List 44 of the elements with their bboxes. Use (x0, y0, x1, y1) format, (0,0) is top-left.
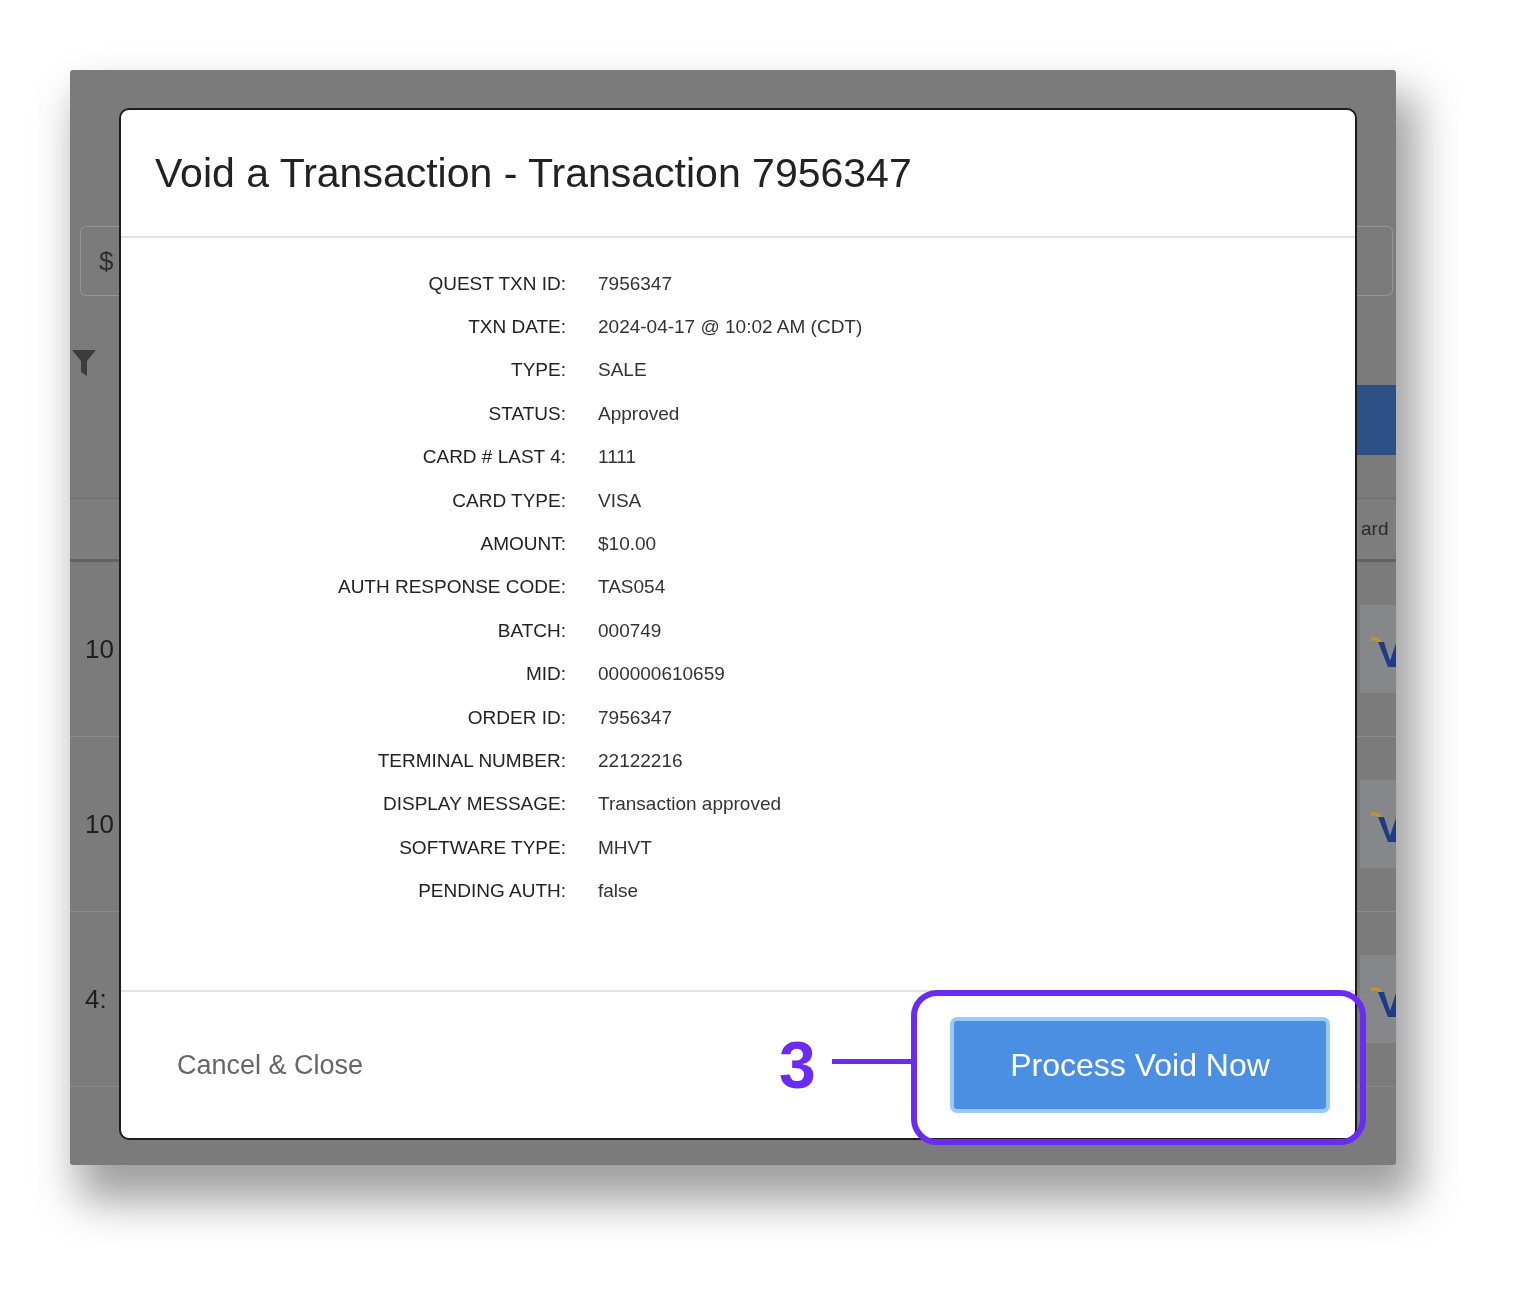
detail-value: Approved (598, 402, 680, 425)
detail-value: 22122216 (598, 750, 683, 772)
detail-label: CARD # LAST 4: (422, 446, 566, 469)
column-header: ard (1361, 518, 1389, 540)
detail-label: PENDING AUTH: (418, 880, 566, 903)
detail-value: 1111 (598, 446, 637, 469)
search-field[interactable] (1357, 226, 1393, 296)
process-void-button[interactable]: Process Void Now (950, 1017, 1330, 1113)
detail-label: CARD TYPE: (452, 489, 566, 512)
detail-label: SOFTWARE TYPE: (399, 836, 566, 859)
detail-value: VISA (598, 489, 642, 512)
filter-icon[interactable] (72, 350, 96, 376)
detail-label: BATCH: (497, 619, 566, 642)
detail-value: false (598, 880, 639, 903)
detail-label: TERMINAL NUMBER: (377, 750, 566, 772)
detail-value: $10.00 (598, 533, 657, 556)
table-cell: 10 (85, 633, 114, 665)
dialog-title: Void a Transaction - Transaction 7956347 (155, 149, 912, 197)
detail-value: 7956347 (598, 706, 672, 729)
detail-value: 000000610659 (598, 663, 725, 686)
card-logo-icon (1360, 605, 1396, 693)
step-number: 3 (779, 1032, 816, 1098)
table-cell: 4: (85, 983, 107, 1015)
action-button[interactable] (1357, 385, 1396, 455)
cancel-link[interactable]: Cancel & Close (177, 1049, 364, 1081)
card-logo-icon (1360, 780, 1396, 868)
detail-value: 2024-04-17 @ 10:02 AM (CDT) (598, 316, 863, 339)
detail-label: MID: (525, 663, 566, 686)
detail-label: TYPE: (511, 359, 566, 382)
detail-value: Transaction approved (598, 793, 782, 816)
detail-label: ORDER ID: (467, 706, 566, 729)
detail-value: SALE (598, 359, 647, 382)
detail-value: MHVT (598, 836, 652, 859)
detail-value: 7956347 (598, 272, 672, 295)
detail-label: TXN DATE: (468, 316, 566, 339)
detail-label: DISPLAY MESSAGE: (382, 793, 566, 816)
table-cell: 10 (85, 808, 114, 840)
detail-label: QUEST TXN ID: (428, 272, 566, 295)
detail-label: STATUS: (488, 402, 566, 425)
detail-label: AUTH RESPONSE CODE: (337, 576, 566, 599)
detail-value: TAS054 (598, 576, 666, 599)
detail-value: 000749 (598, 619, 662, 642)
card-logo-icon (1360, 955, 1396, 1043)
detail-label: AMOUNT: (480, 533, 566, 556)
